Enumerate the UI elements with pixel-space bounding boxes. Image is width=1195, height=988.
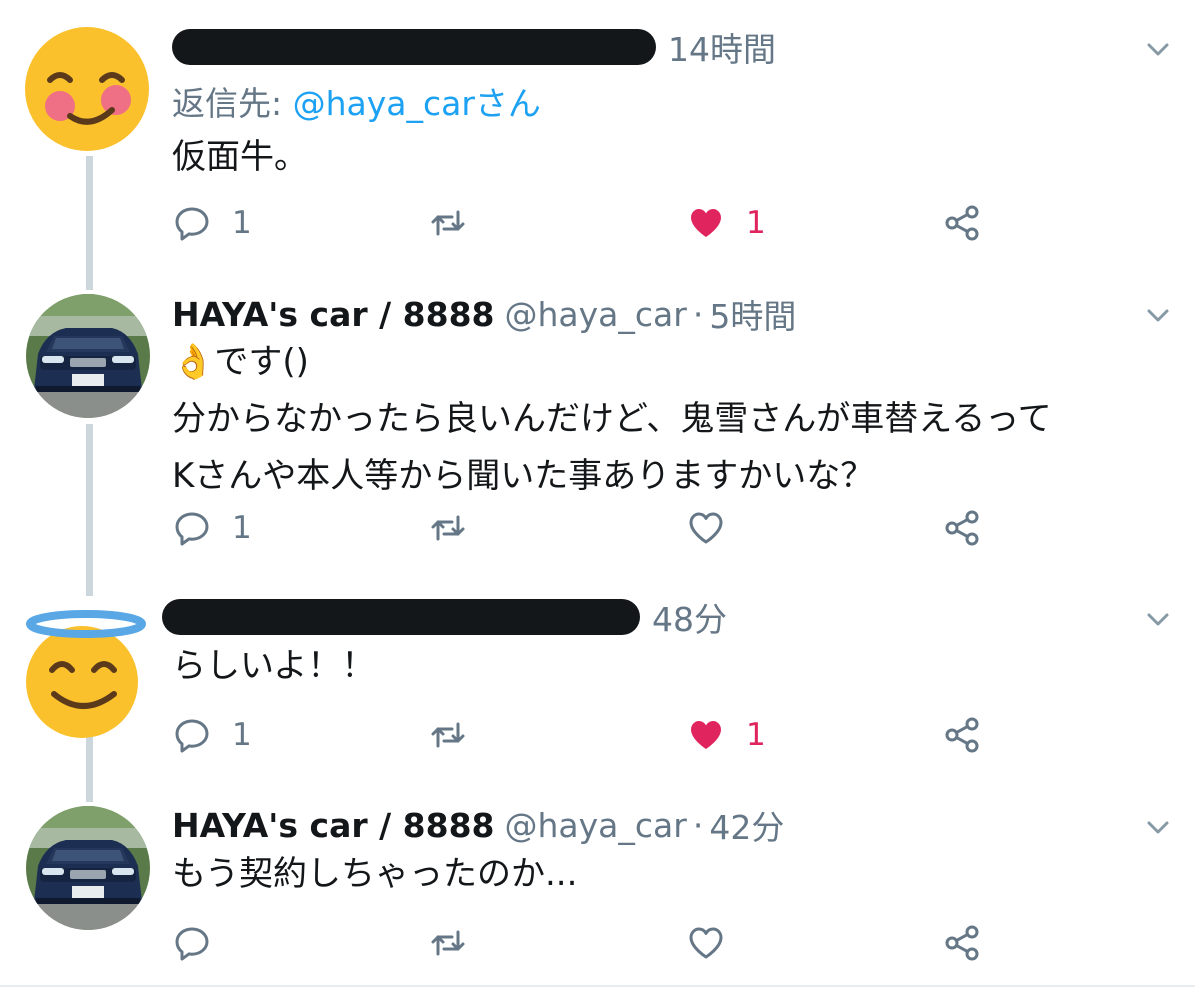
mention-link[interactable]: @haya_carさん <box>293 84 541 123</box>
tweet-text: 仮面牛。 <box>172 129 308 186</box>
share-button[interactable] <box>942 918 982 968</box>
reply-button[interactable] <box>172 918 212 968</box>
tweet[interactable]: HAYA's car / 8888 @haya_car · 42分 もう契約しち… <box>0 798 1195 984</box>
share-icon <box>942 203 982 243</box>
tweet-header: 14時間 <box>172 22 776 72</box>
retweet-button[interactable] <box>428 503 468 553</box>
tweet-actions: 1 1 <box>172 710 992 760</box>
like-button[interactable] <box>686 503 726 553</box>
tweet-actions: 1 <box>172 503 992 553</box>
timestamp[interactable]: 5時間 <box>709 290 796 338</box>
share-button[interactable] <box>942 198 982 248</box>
tweet[interactable]: 14時間 返信先: @haya_carさん 仮面牛。 1 1 <box>0 0 1195 270</box>
retweet-icon <box>428 508 468 548</box>
heart-icon <box>686 508 726 548</box>
timestamp[interactable]: 42分 <box>709 801 784 849</box>
timestamp[interactable]: 48分 <box>652 593 727 641</box>
tweet-actions: 1 1 <box>172 198 992 248</box>
chevron-down-icon[interactable] <box>1145 36 1171 62</box>
retweet-button[interactable] <box>428 198 468 248</box>
reply-icon <box>172 203 212 243</box>
reply-count: 1 <box>232 510 252 546</box>
like-count: 1 <box>746 205 766 241</box>
reply-icon <box>172 923 212 963</box>
timestamp[interactable]: 14時間 <box>668 23 776 71</box>
tweet-actions <box>172 918 992 968</box>
reply-button[interactable]: 1 <box>172 710 252 760</box>
reply-count: 1 <box>232 717 252 753</box>
like-button[interactable]: 1 <box>686 198 766 248</box>
share-button[interactable] <box>942 503 982 553</box>
separator: · <box>692 805 704 845</box>
share-icon <box>942 923 982 963</box>
reply-button[interactable]: 1 <box>172 198 252 248</box>
display-name[interactable]: HAYA's car / 8888 <box>172 806 495 845</box>
reply-button[interactable]: 1 <box>172 503 252 553</box>
handle[interactable]: @haya_car <box>505 295 687 334</box>
retweet-button[interactable] <box>428 918 468 968</box>
retweet-button[interactable] <box>428 710 468 760</box>
tweet-text: らしいよ！！ <box>172 638 375 695</box>
chevron-down-icon[interactable] <box>1145 302 1171 328</box>
reply-count: 1 <box>232 205 252 241</box>
car-photo-avatar[interactable] <box>26 294 150 418</box>
heart-filled-icon <box>686 203 726 243</box>
reply-icon <box>172 715 212 755</box>
share-icon <box>942 508 982 548</box>
chevron-down-icon[interactable] <box>1145 606 1171 632</box>
display-name[interactable]: HAYA's car / 8888 <box>172 295 495 334</box>
like-button[interactable] <box>686 918 726 968</box>
divider <box>0 985 1195 987</box>
like-button[interactable]: 1 <box>686 710 766 760</box>
tweet-text-line: 👌です() <box>172 342 309 382</box>
reply-prefix: 返信先: <box>172 84 293 123</box>
like-count: 1 <box>746 717 766 753</box>
halo-face-icon[interactable] <box>14 600 154 740</box>
reply-icon <box>172 508 212 548</box>
tweet[interactable]: 48分 らしいよ！！ 1 1 <box>0 592 1195 782</box>
tweet-text: もう契約しちゃったのか... <box>172 846 577 903</box>
car-photo-avatar[interactable] <box>26 806 150 930</box>
redacted-author <box>172 29 656 65</box>
tweet-text-line: Kさんや本人等から聞いた事ありますかいな？ <box>172 456 875 496</box>
share-icon <box>942 715 982 755</box>
tweet-text-line: らしいよ！！ <box>172 646 376 686</box>
retweet-icon <box>428 923 468 963</box>
heart-filled-icon <box>686 715 726 755</box>
tweet[interactable]: HAYA's car / 8888 @haya_car · 5時間 👌です() … <box>0 286 1195 586</box>
tweet-header: HAYA's car / 8888 @haya_car · 42分 <box>172 800 784 850</box>
tweet-header: HAYA's car / 8888 @haya_car · 5時間 <box>172 289 796 339</box>
retweet-icon <box>428 715 468 755</box>
heart-icon <box>686 923 726 963</box>
tweet-text-line: 分からなかったら良いんだけど、鬼雪さんが車替えるって <box>172 399 1052 439</box>
smiling-face-icon[interactable] <box>24 26 150 152</box>
retweet-icon <box>428 203 468 243</box>
reply-to: 返信先: @haya_carさん <box>172 77 541 125</box>
tweet-text-line: もう契約しちゃったのか... <box>172 854 578 894</box>
redacted-author <box>162 599 640 635</box>
chevron-down-icon[interactable] <box>1145 814 1171 840</box>
separator: · <box>692 294 704 334</box>
share-button[interactable] <box>942 710 982 760</box>
tweet-header: 48分 <box>162 592 727 642</box>
tweet-text-line: 仮面牛。 <box>172 137 308 177</box>
handle[interactable]: @haya_car <box>505 806 687 845</box>
tweet-text: 👌です() 分からなかったら良いんだけど、鬼雪さんが車替えるって Kさんや本人等… <box>172 334 1052 505</box>
